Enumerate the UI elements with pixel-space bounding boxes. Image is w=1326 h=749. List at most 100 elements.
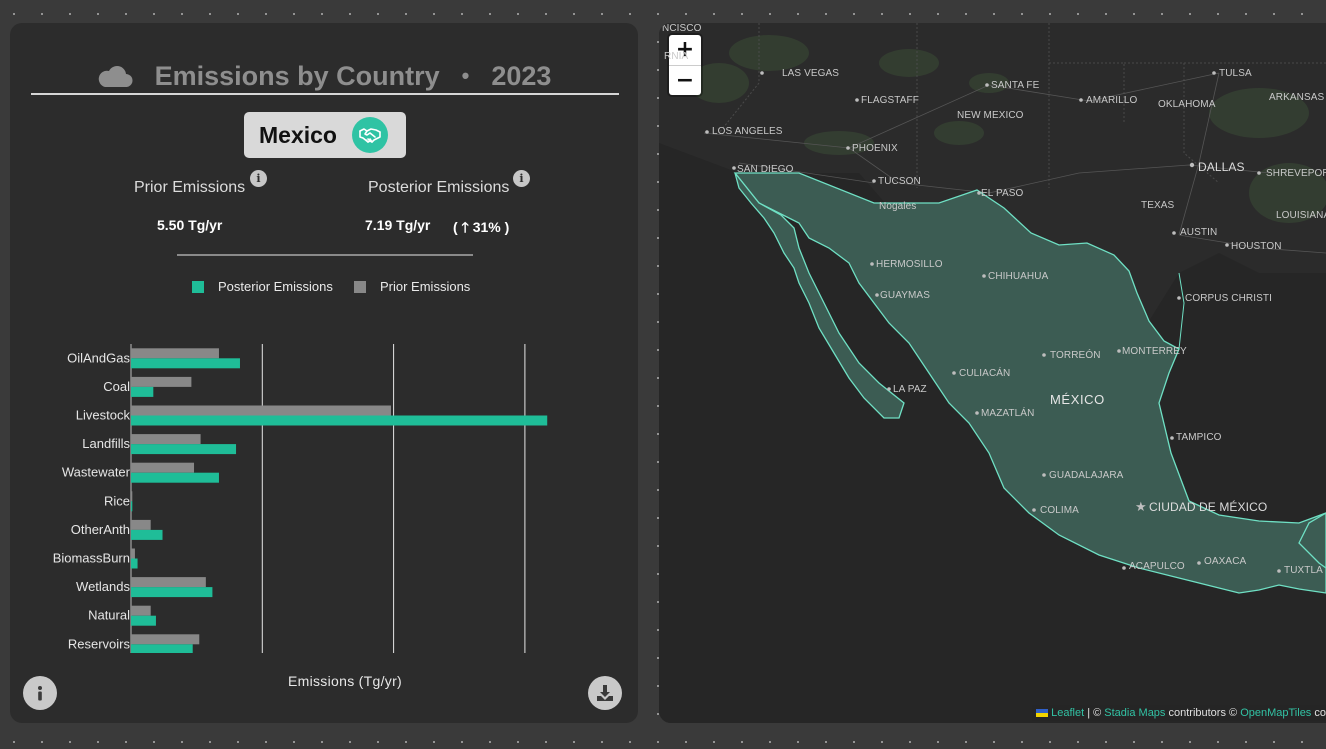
map-label: SHREVEPOR (1266, 168, 1326, 179)
svg-text:★: ★ (1135, 500, 1147, 515)
country-name: Mexico (259, 121, 337, 148)
map-label: RNIA (664, 51, 689, 62)
category-label: OilAndGas (67, 350, 130, 365)
map-label: ARKANSAS (1269, 92, 1325, 103)
map-label: AMARILLO (1086, 95, 1138, 106)
bar-prior-Reservoirs (131, 634, 200, 645)
year-label: 2023 (491, 60, 552, 91)
map-label: DALLAS (1198, 160, 1245, 174)
category-label: Reservoirs (68, 636, 131, 651)
legend-label-prior: Prior Emissions (380, 279, 471, 294)
map-label: FLAGSTAFF (861, 95, 919, 106)
posterior-info-icon[interactable]: i (513, 170, 530, 187)
title-underline (31, 93, 619, 95)
info-icon (38, 686, 42, 701)
download-button[interactable] (588, 676, 622, 710)
leaflet-link[interactable]: Leaflet (1051, 707, 1084, 719)
map-label: HOUSTON (1231, 241, 1282, 252)
category-label: Coal (103, 379, 130, 394)
map-label: OKLAHOMA (1158, 99, 1216, 110)
posterior-emissions-label: Posterior Emissions (368, 179, 510, 196)
bar-prior-Wetlands (131, 577, 206, 588)
map-label: MÉXICO (1050, 392, 1105, 407)
emissions-bar-chart: 0123OilAndGasCoalLivestockLandfillsWaste… (53, 344, 548, 653)
x-axis-title: Emissions (Tg/yr) (288, 673, 402, 689)
map-label: CHIHUAHUA (988, 271, 1049, 282)
category-label: Wastewater (62, 465, 131, 480)
bar-posterior-Livestock (131, 415, 548, 426)
map-label: CIUDAD DE MÉXICO (1149, 500, 1268, 514)
map-label: Nogales (879, 201, 917, 212)
prior-info-icon[interactable]: i (250, 170, 267, 187)
map-label: TEXAS (1141, 200, 1175, 211)
map-label: CULIACÁN (959, 368, 1011, 379)
category-label: Natural (88, 608, 130, 623)
stadia-link[interactable]: Stadia Maps (1104, 707, 1165, 719)
info-button[interactable] (23, 676, 57, 710)
map-label: SANTA FE (991, 80, 1040, 91)
bar-prior-Natural (131, 605, 151, 616)
map-label: HERMOSILLO (876, 259, 943, 270)
category-label: Rice (104, 493, 130, 508)
cloud-icon (97, 63, 133, 89)
map-label: LA PAZ (893, 384, 927, 395)
posterior-emissions-value: 7.19 Tg/yr (365, 217, 431, 233)
zoom-control: + − (669, 35, 701, 95)
title-separator: • (461, 63, 470, 88)
bar-posterior-Wastewater (131, 472, 219, 483)
map-label: NCISCO (662, 23, 702, 34)
stats-divider (177, 254, 473, 256)
attribution-tail: co (1311, 707, 1326, 719)
bar-prior-BiomassBurn (131, 548, 135, 559)
bar-posterior-OilAndGas (131, 358, 240, 369)
legend-swatch-posterior (192, 280, 204, 293)
bar-prior-OtherAnth (131, 519, 151, 530)
openmaptiles-link[interactable]: OpenMapTiles (1240, 707, 1311, 719)
map-label: OAXACA (1204, 556, 1247, 567)
bar-prior-Landfills (131, 434, 201, 445)
handshake-icon[interactable] (352, 117, 388, 153)
prior-emissions-label: Prior Emissions (134, 179, 246, 196)
map-label: ACAPULCO (1129, 561, 1185, 572)
map-label: TUCSON (878, 176, 921, 187)
legend-prior: Prior Emissions (354, 279, 470, 294)
map-label: MAZATLÁN (981, 408, 1035, 419)
bar-prior-OilAndGas (131, 348, 219, 359)
map-label: EL PASO (981, 188, 1024, 199)
map-label: LOS ANGELES (712, 126, 783, 137)
legend-label-posterior: Posterior Emissions (218, 279, 333, 294)
bar-posterior-OtherAnth (131, 529, 163, 540)
map-view[interactable]: ★ + − NCISCO RNIA LAS VEGAS FLAGSTAFF SANTA … (659, 23, 1326, 723)
map-attribution: Leaflet | © Stadia Maps contributors © O… (1032, 705, 1326, 721)
map-label: TAMPICO (1176, 432, 1222, 443)
change-percent: ( 🡑 31% ) (453, 219, 510, 235)
map-label: SAN DIEGO (737, 164, 794, 175)
bar-posterior-Landfills (131, 444, 237, 455)
map-label: NEW MEXICO (957, 110, 1024, 121)
bar-prior-Wastewater (131, 462, 195, 473)
download-icon (597, 685, 613, 701)
category-label: Landfills (82, 436, 130, 451)
panel-title: Emissions by Country (154, 60, 440, 91)
legend-swatch-prior (354, 280, 366, 293)
attribution-contrib: contributors © (1165, 707, 1241, 719)
map-label: TUXTLA (1284, 565, 1323, 576)
map-label: PHOENIX (852, 143, 898, 154)
map-label: GUADALAJARA (1049, 470, 1124, 481)
map-label: TULSA (1219, 68, 1252, 79)
map-label: TORREÓN (1050, 350, 1101, 361)
zoom-out-button[interactable]: − (669, 66, 701, 96)
bar-posterior-Rice (131, 501, 133, 512)
bar-prior-Rice (131, 491, 133, 502)
category-label: Livestock (76, 408, 131, 423)
bar-prior-Livestock (131, 405, 391, 416)
bar-posterior-Reservoirs (131, 644, 193, 653)
attribution-sep: | © (1084, 707, 1105, 719)
map-label: LAS VEGAS (782, 68, 840, 79)
map-label: CORPUS CHRISTI (1185, 293, 1272, 304)
map-label: COLIMA (1040, 505, 1079, 516)
prior-emissions-value: 5.50 Tg/yr (157, 217, 223, 233)
bar-posterior-Coal (131, 386, 154, 397)
country-selector[interactable]: Mexico (244, 112, 406, 158)
bar-posterior-Natural (131, 615, 156, 626)
